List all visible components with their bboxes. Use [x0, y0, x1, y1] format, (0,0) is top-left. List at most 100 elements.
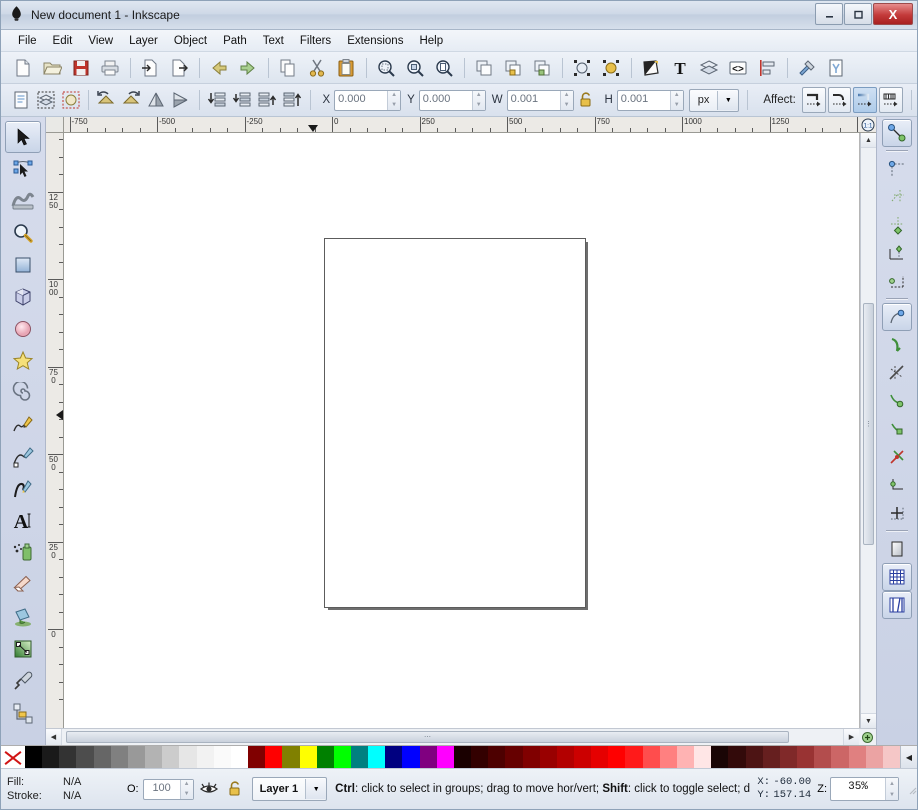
- palette-swatch[interactable]: [402, 746, 420, 768]
- document-properties-icon[interactable]: [822, 54, 850, 82]
- layers-dialog-icon[interactable]: [695, 54, 723, 82]
- x-stepper[interactable]: ▲ ▼: [387, 90, 401, 110]
- copy-icon[interactable]: [274, 54, 302, 82]
- palette-swatch[interactable]: [93, 746, 111, 768]
- snap-path-intersections-icon[interactable]: [882, 359, 912, 387]
- undo-icon[interactable]: [205, 54, 233, 82]
- palette-swatch[interactable]: [350, 746, 369, 768]
- color-palette[interactable]: ◀: [1, 745, 917, 768]
- vertical-scrollbar[interactable]: ▲ ⋮ ▼: [860, 133, 876, 728]
- menu-text[interactable]: Text: [256, 33, 291, 49]
- w-field[interactable]: ▲▼: [506, 89, 574, 111]
- sticky-zoom-button[interactable]: [859, 729, 876, 745]
- ellipse-tool[interactable]: [5, 313, 41, 345]
- lower-one-step-button[interactable]: [230, 86, 254, 114]
- y-input[interactable]: [419, 90, 472, 108]
- pencil-tool[interactable]: [5, 409, 41, 441]
- palette-swatch[interactable]: [676, 746, 695, 768]
- palette-swatch[interactable]: [591, 746, 609, 768]
- horizontal-scroll-track[interactable]: ⋯: [62, 729, 843, 745]
- menu-path[interactable]: Path: [216, 33, 254, 49]
- palette-swatch[interactable]: [316, 746, 334, 768]
- zoom-stepper[interactable]: ▲ ▼: [885, 778, 898, 800]
- fill-stroke-indicator[interactable]: Fill: N/A Stroke: N/A: [7, 775, 119, 803]
- vertical-ruler[interactable]: 0 250 500 750 1000 1250: [46, 133, 64, 728]
- snap-bbox-edges-icon[interactable]: [882, 183, 912, 211]
- align-and-distribute-icon[interactable]: [753, 54, 781, 82]
- document-page[interactable]: [324, 238, 586, 608]
- layer-lock-icon[interactable]: [224, 778, 246, 800]
- rotate-90-cw-button[interactable]: [119, 86, 143, 114]
- new-document-icon[interactable]: [9, 54, 37, 82]
- scroll-down-arrow[interactable]: ▼: [861, 713, 876, 728]
- y-field[interactable]: ▲▼: [418, 89, 486, 111]
- palette-swatch[interactable]: [797, 746, 815, 768]
- close-button[interactable]: X: [873, 3, 913, 25]
- bezier-tool[interactable]: [5, 441, 41, 473]
- preferences-icon[interactable]: [793, 54, 821, 82]
- gradient-tool[interactable]: [5, 633, 41, 665]
- palette-swatch[interactable]: [299, 746, 317, 768]
- palette-swatch[interactable]: [608, 746, 626, 768]
- menu-file[interactable]: File: [11, 33, 44, 49]
- menu-object[interactable]: Object: [167, 33, 214, 49]
- palette-swatch[interactable]: [230, 746, 249, 768]
- snap-bbox-centers-icon[interactable]: [882, 267, 912, 295]
- scroll-up-arrow[interactable]: ▲: [861, 133, 876, 148]
- paint-bucket-tool[interactable]: [5, 601, 41, 633]
- palette-swatch[interactable]: [556, 746, 574, 768]
- zoom-field[interactable]: ▲▼: [830, 777, 899, 801]
- eraser-tool[interactable]: [5, 569, 41, 601]
- palette-scroll-arrow[interactable]: ◀: [899, 746, 917, 768]
- snap-rotation-centers-icon[interactable]: [882, 499, 912, 527]
- h-stepper[interactable]: ▲ ▼: [669, 90, 683, 110]
- scroll-right-arrow[interactable]: ▶: [843, 729, 859, 745]
- snap-guides-icon[interactable]: [882, 591, 912, 619]
- paste-icon[interactable]: [332, 54, 360, 82]
- palette-swatch[interactable]: [179, 746, 197, 768]
- star-tool[interactable]: [5, 345, 41, 377]
- y-stepper[interactable]: ▲ ▼: [471, 90, 485, 110]
- zoom-page-icon[interactable]: [430, 54, 458, 82]
- menu-filters[interactable]: Filters: [293, 33, 338, 49]
- snap-bbox-corners-icon[interactable]: [882, 211, 912, 239]
- box3d-tool[interactable]: [5, 281, 41, 313]
- snap-object-centers-icon[interactable]: [882, 471, 912, 499]
- zoom-1to1-button[interactable]: 1:1: [859, 117, 876, 133]
- palette-swatch[interactable]: [471, 746, 489, 768]
- cut-icon[interactable]: [303, 54, 331, 82]
- palette-swatch[interactable]: [385, 746, 403, 768]
- zoom-control[interactable]: Z: ▲▼: [817, 777, 899, 801]
- opacity-field[interactable]: ▲▼: [142, 778, 194, 800]
- palette-swatch-none[interactable]: [1, 746, 25, 768]
- zoom-drawing-icon[interactable]: [401, 54, 429, 82]
- text-tool[interactable]: A: [5, 505, 41, 537]
- affect-scale-stroke-width-toggle[interactable]: [801, 87, 826, 113]
- zoom-input[interactable]: [831, 778, 885, 795]
- horizontal-scroll-thumb[interactable]: ⋯: [66, 731, 789, 743]
- snap-paths-icon[interactable]: [882, 331, 912, 359]
- lower-to-bottom-button[interactable]: [205, 86, 229, 114]
- palette-swatch[interactable]: [882, 746, 900, 768]
- fill-and-stroke-icon[interactable]: [637, 54, 665, 82]
- opacity-control[interactable]: O: ▲▼: [127, 778, 194, 800]
- palette-swatch[interactable]: [745, 746, 763, 768]
- h-input[interactable]: [617, 90, 670, 108]
- h-field[interactable]: ▲▼: [616, 89, 684, 111]
- horizontal-ruler[interactable]: -750 -500 -250 0 250 500 750 1000 1250 1500: [64, 117, 859, 133]
- object-to-path-icon[interactable]: [568, 54, 596, 82]
- palette-swatch[interactable]: [574, 746, 592, 768]
- palette-swatch[interactable]: [333, 746, 351, 768]
- palette-swatch[interactable]: [505, 746, 523, 768]
- snap-smooth-nodes-icon[interactable]: [882, 415, 912, 443]
- horizontal-scrollbar[interactable]: ◀ ⋯ ▶: [46, 728, 876, 745]
- palette-swatch[interactable]: [248, 746, 266, 768]
- zoom-tool[interactable]: [5, 217, 41, 249]
- ungroup-icon[interactable]: [528, 54, 556, 82]
- raise-one-step-button[interactable]: [255, 86, 279, 114]
- layer-select[interactable]: Layer 1 ▼: [251, 777, 328, 801]
- text-and-font-icon[interactable]: T: [666, 54, 694, 82]
- palette-swatch[interactable]: [539, 746, 557, 768]
- palette-swatch[interactable]: [127, 746, 146, 768]
- palette-swatch[interactable]: [42, 746, 60, 768]
